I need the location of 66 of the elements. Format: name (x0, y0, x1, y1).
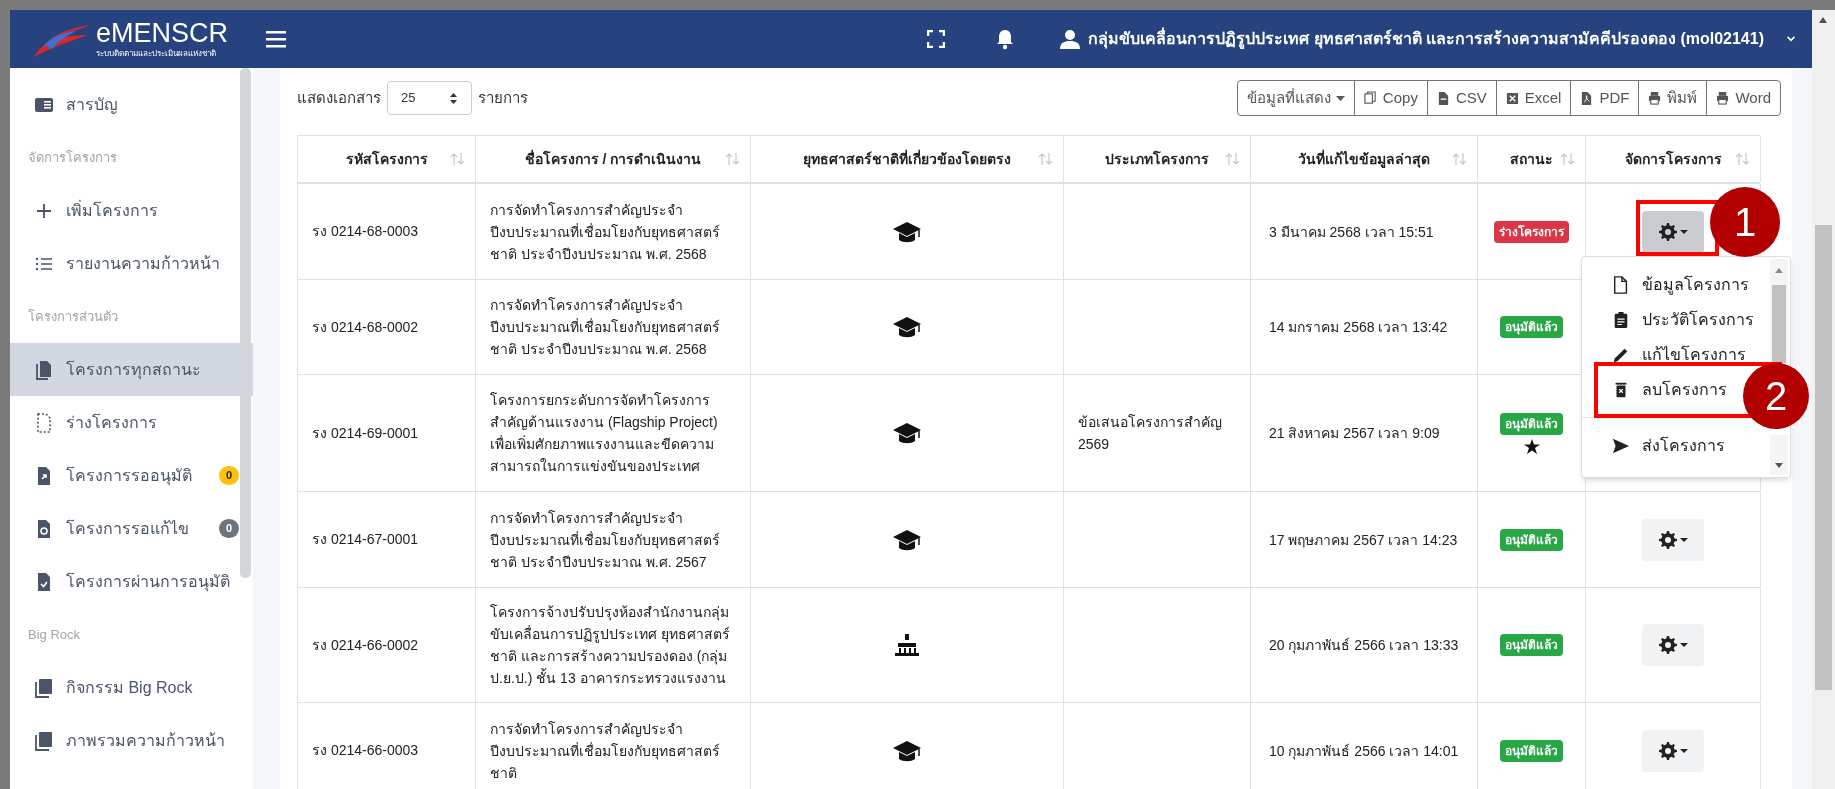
column-header[interactable]: จัดการโครงการ (1586, 136, 1761, 182)
toolbar-button[interactable]: พิมพ์ (1638, 81, 1707, 115)
table-cell: การจัดทำโครงการสำคัญประจำปีงบประมาณที่เชื่อมโยงกับยุทธศาสตร์ชาติ ประจำปีงบประมาณ พ.ศ. 2567 (476, 492, 751, 587)
table-cell: การจัดทำโครงการสำคัญประจำปีงบประมาณที่เชื่อมโยงกับยุทธศาสตร์ชาติ ประจำปีงบประมาณ พ.ศ. 2568 (476, 280, 751, 374)
table-cell: การจัดทำโครงการสำคัญประจำปีงบประมาณที่เชื่อมโยงกับยุทธศาสตร์ชาติ ประจำปีงบประมาณ พ.ศ. 2568 (476, 184, 751, 279)
table-cell: รง 0214-66-0003 (298, 703, 476, 789)
column-header[interactable]: ชื่อโครงการ / การดำเนินงาน (476, 136, 751, 182)
column-header[interactable]: รหัสโครงการ (298, 136, 476, 182)
table-cell: 10 กุมภาพันธ์ 2566 เวลา 14:01 (1251, 703, 1478, 789)
column-header[interactable]: ยุทธศาสตร์ชาติที่เกี่ยวข้องโดยตรง (751, 136, 1064, 182)
status-badge: อนุมัติแล้ว (1500, 412, 1563, 435)
section-heading: โครงการส่วนตัว (28, 307, 118, 326)
table-cell: 3 มีนาคม 2568 เวลา 15:51 (1251, 184, 1478, 279)
sidebar-item[interactable]: โครงการรอแก้ไข 0 (10, 502, 253, 555)
table-cell-text: ข้อเสนอโครงการสำคัญ 2569 (1078, 413, 1223, 454)
section-heading: Big Rock (28, 625, 81, 644)
menu-item[interactable]: ส่งโครงการ (1612, 428, 1725, 463)
sidebar-item[interactable]: โครงการทุกสถานะ (10, 343, 253, 396)
toolbar-button[interactable]: Word (1706, 81, 1780, 115)
table-cell: การจัดทำโครงการสำคัญประจำปีงบประมาณที่เชื่อมโยงกับยุทธศาสตร์ชาติ (476, 703, 751, 789)
sidebar-item[interactable]: เพิ่มโครงการ (10, 184, 253, 237)
toolbar-button[interactable]: ข้อมูลที่แสดง (1237, 81, 1354, 115)
sidebar-item[interactable]: สารบัญ (10, 78, 253, 131)
toolbar-button[interactable]: CSV (1426, 81, 1496, 115)
logo-subtitle: ระบบติดตามและประเมินผลแห่งชาติ (96, 50, 217, 58)
table-cell: รง 0214-68-0003 (298, 184, 476, 279)
menu-item[interactable]: ลบโครงการ (1612, 372, 1727, 407)
table-cell: โครงการจ้างปรับปรุงห้องสำนักงานกลุ่มขับเคลื่อนการปฏิรูปประเทศ ยุทธศาสตร์ชาติ และการสร้างความปรองดอง (กลุ่ม ป.ย.ป.) ชั้น 13 อาคารกระทรวงแรงงาน (476, 588, 751, 702)
table-cell: โครงการยกระดับการจัดทำโครงการสำคัญด้านแรงงาน (Flagship Project) เพื่อเพิ่มศักยภาพแรงงานและขีดความสามารถในการแข่งขันของประเทศ (476, 375, 751, 491)
section-heading: จัดการโครงการ (28, 148, 117, 167)
sidebar-item[interactable]: ร่างโครงการ (10, 396, 253, 449)
table-cell: 17 พฤษภาคม 2567 เวลา 14:23 (1251, 492, 1478, 587)
show-label: แสดงเอกสาร (297, 87, 381, 108)
sidebar-item[interactable]: โครงการผ่านการอนุมัติ (10, 555, 253, 608)
table-cell: รง 0214-68-0002 (298, 280, 476, 374)
column-header[interactable]: ประเภทโครงการ (1064, 136, 1251, 182)
count-badge: 0 (218, 466, 239, 485)
column-header[interactable]: สถานะ (1478, 136, 1586, 182)
page-size-select[interactable]: 25 (387, 81, 472, 115)
menu-item[interactable]: แก้ไขโครงการ (1612, 337, 1746, 372)
table-cell: รง 0214-69-0001 (298, 375, 476, 491)
logo-title: eMENSCR (96, 20, 229, 47)
column-header[interactable]: วันที่แก้ไขข้อมูลล่าสุด (1251, 136, 1478, 182)
status-badge: อนุมัติแล้ว (1500, 739, 1563, 762)
toolbar-button[interactable]: Copy (1353, 81, 1427, 115)
user-name[interactable]: กลุ่มขับเคลื่อนการปฏิรูปประเทศ ยุทธศาสตร์ชาติ และการสร้างความสามัคคีปรองดอง (mol02141) (1088, 27, 1764, 51)
table-cell: 20 กุมภาพันธ์ 2566 เวลา 13:33 (1251, 588, 1478, 702)
table-cell: 14 มกราคม 2568 เวลา 13:42 (1251, 280, 1478, 374)
status-badge: ร่างโครงการ (1494, 220, 1569, 243)
table-cell: รง 0214-67-0001 (298, 492, 476, 587)
status-badge: อนุมัติแล้ว (1500, 634, 1563, 656)
table-cell: รง 0214-66-0002 (298, 588, 476, 702)
items-label: รายการ (478, 87, 528, 108)
menu-item[interactable]: ประวัติโครงการ (1612, 302, 1754, 337)
status-badge: อนุมัติแล้ว (1500, 316, 1563, 338)
table-cell: 21 สิงหาคม 2567 เวลา 9:09 (1251, 375, 1478, 491)
count-badge: 0 (218, 519, 239, 538)
sidebar-item[interactable]: กิจกรรม Big Rock (10, 661, 253, 714)
toolbar-button[interactable]: PDF (1570, 81, 1639, 115)
sidebar-item[interactable]: ภาพรวมความก้าวหน้า (10, 714, 253, 767)
menu-item[interactable]: ข้อมูลโครงการ (1612, 267, 1749, 302)
toolbar-button[interactable]: Excel (1495, 81, 1571, 115)
step-marker: 1 (1710, 187, 1780, 257)
sidebar-item[interactable]: โครงการรออนุมัติ 0 (10, 449, 253, 502)
status-badge: อนุมัติแล้ว (1500, 528, 1563, 551)
sidebar-item[interactable]: รายงานความก้าวหน้า (10, 237, 253, 290)
